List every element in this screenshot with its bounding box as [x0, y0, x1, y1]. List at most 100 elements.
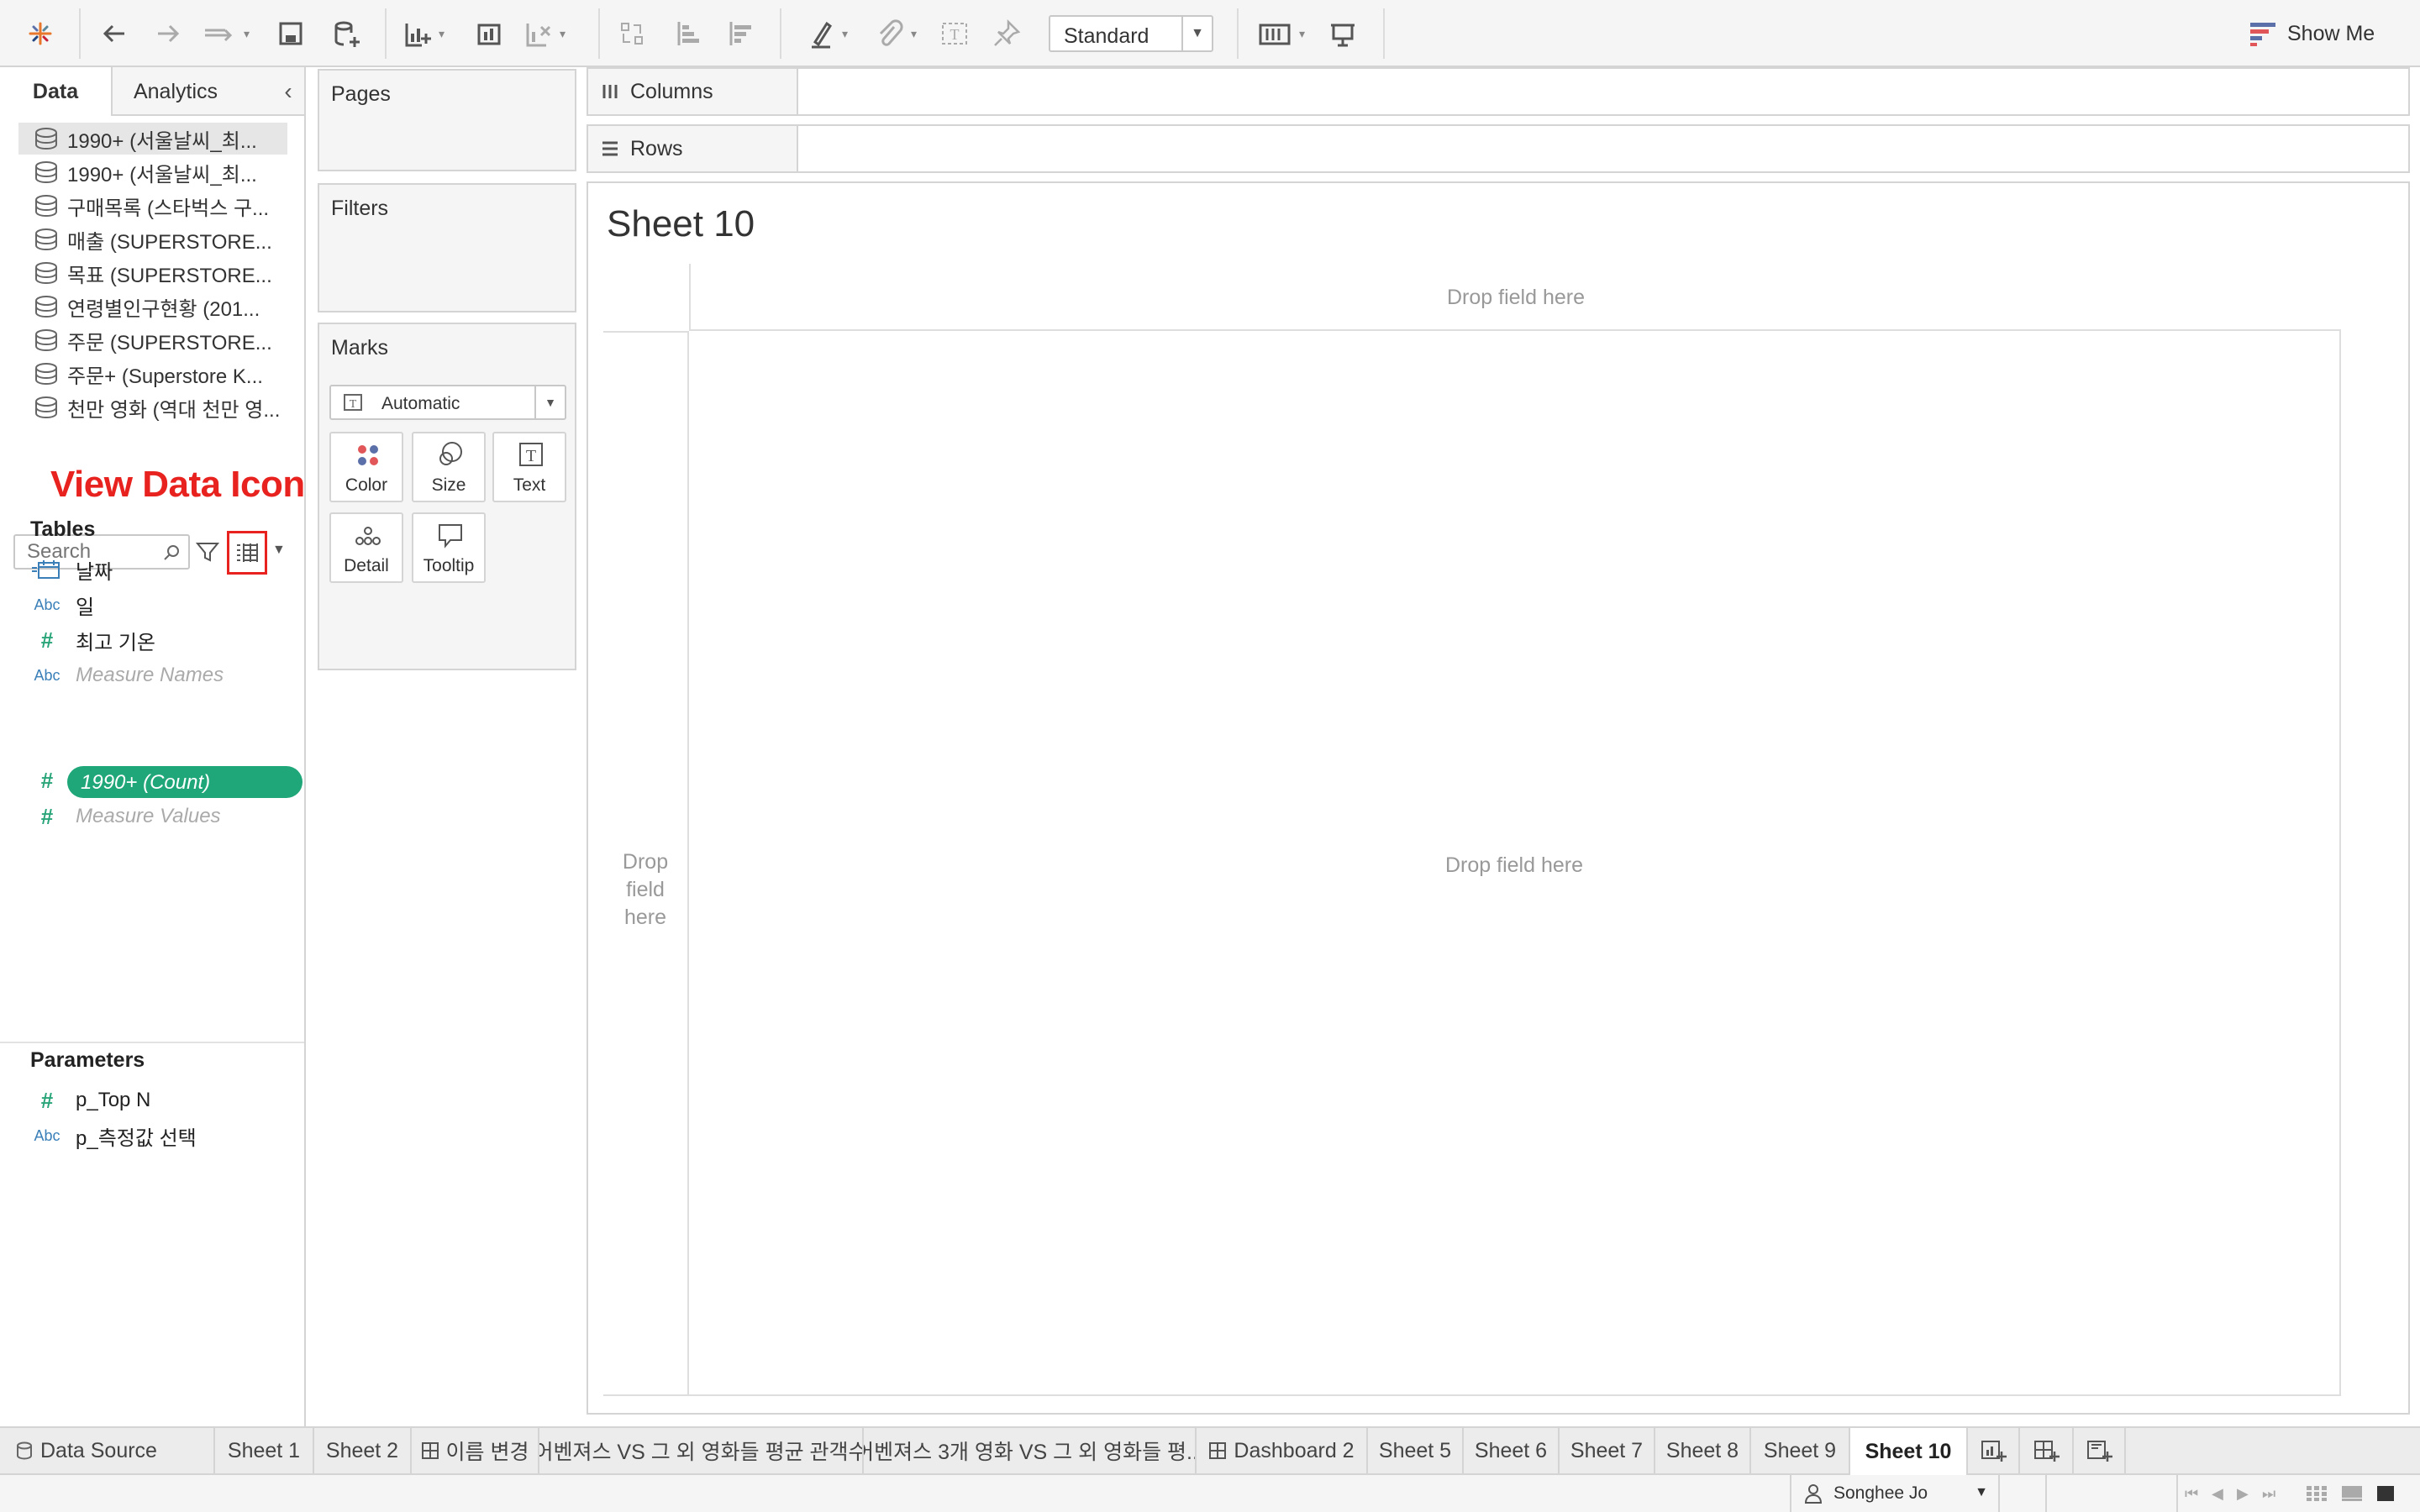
- size-button[interactable]: Size: [412, 432, 486, 502]
- field-item[interactable]: Abc 일: [30, 588, 94, 622]
- rows-shelf[interactable]: Rows: [587, 124, 2410, 173]
- user-menu[interactable]: Songhee Jo ▼: [1790, 1475, 2000, 1512]
- text-button[interactable]: T Text: [492, 432, 566, 502]
- data-source-label: 주문+ (Superstore K...: [67, 365, 263, 388]
- collapse-pane-icon[interactable]: ‹: [277, 78, 299, 104]
- sort-descending-icon[interactable]: [724, 17, 758, 50]
- tab-sheet[interactable]: Sheet 5: [1368, 1428, 1464, 1473]
- fit-dropdown[interactable]: Standard ▼: [1049, 15, 1213, 52]
- data-source-item[interactable]: 주문+ (Superstore K...: [18, 358, 287, 390]
- data-source-item[interactable]: 천만 영화 (역대 천만 영...: [18, 391, 287, 423]
- data-source-label: 천만 영화 (역대 천만 영...: [67, 398, 281, 422]
- tab-label: 어벤져스 VS 그 외 영화들 평균 관객수: [539, 1441, 864, 1464]
- previous-sheet-icon[interactable]: ◀: [2212, 1485, 2223, 1503]
- field-item[interactable]: Abc Measure Names: [30, 659, 224, 692]
- marks-card: Marks T Automatic ▼ Color Size T Text De…: [318, 323, 576, 670]
- next-sheet-icon[interactable]: ▶: [2237, 1485, 2249, 1503]
- filters-card[interactable]: Filters: [318, 183, 576, 312]
- rows-drop-zone[interactable]: Drop field here: [603, 331, 689, 1396]
- group-members-icon[interactable]: ▾: [872, 17, 917, 50]
- tab-sheet[interactable]: 어벤져스 3개 영화 VS 그 외 영화들 평...: [864, 1428, 1197, 1473]
- data-source-item[interactable]: 구매목록 (스타벅스 구...: [18, 190, 287, 222]
- swap-rows-columns-icon[interactable]: [615, 17, 649, 50]
- redo-icon[interactable]: [151, 17, 185, 50]
- data-source-item[interactable]: 목표 (SUPERSTORE...: [18, 257, 287, 289]
- data-source-item[interactable]: 1990+ (서울날씨_최...: [18, 123, 287, 155]
- highlight-icon[interactable]: ▾: [803, 17, 848, 50]
- view-drop-zone[interactable]: Drop field here: [689, 331, 2341, 1396]
- last-sheet-icon[interactable]: ⏭: [2262, 1485, 2275, 1503]
- field-item[interactable]: # Measure Values: [30, 800, 221, 833]
- new-worksheet-tab[interactable]: [1968, 1428, 2020, 1473]
- tab-dashboard[interactable]: 이름 변경: [412, 1428, 539, 1473]
- show-me-button[interactable]: Show Me: [2249, 17, 2375, 50]
- new-dashboard-tab[interactable]: [2020, 1428, 2074, 1473]
- columns-drop-zone[interactable]: Drop field here: [689, 264, 2341, 331]
- mark-type-icon: T: [344, 394, 362, 411]
- number-type-icon: #: [40, 1087, 54, 1113]
- pages-title: Pages: [331, 82, 391, 106]
- field-item[interactable]: # 최고 기온: [30, 623, 155, 657]
- annotation-label: View Data Icon: [50, 464, 305, 505]
- data-source-item[interactable]: 주문 (SUPERSTORE...: [18, 324, 287, 356]
- show-cards-icon[interactable]: ▾: [1257, 17, 1305, 50]
- tab-sheet[interactable]: Sheet 6: [1464, 1428, 1560, 1473]
- tooltip-button[interactable]: Tooltip: [412, 512, 486, 583]
- presentation-mode-icon[interactable]: [1326, 17, 1360, 50]
- tab-dashboard[interactable]: Dashboard 2: [1197, 1428, 1368, 1473]
- pages-card[interactable]: Pages: [318, 69, 576, 171]
- status-cell: [2047, 1475, 2178, 1512]
- data-source-label: 주문 (SUPERSTORE...: [67, 331, 272, 354]
- tab-sheet[interactable]: 어벤져스 VS 그 외 영화들 평균 관객수: [539, 1428, 864, 1473]
- new-worksheet-icon[interactable]: ▾: [400, 17, 445, 50]
- mark-type-dropdown[interactable]: T Automatic ▼: [329, 385, 566, 420]
- tab-sheet[interactable]: Sheet 2: [314, 1428, 412, 1473]
- field-item-selected[interactable]: 1990+ (Count): [67, 766, 302, 798]
- string-type-icon: Abc: [34, 596, 60, 613]
- parameter-item[interactable]: Abc p_측정값 선택: [30, 1119, 196, 1152]
- show-mark-labels-icon[interactable]: T: [938, 17, 971, 50]
- view-data-icon[interactable]: [227, 531, 267, 575]
- color-button[interactable]: Color: [329, 432, 403, 502]
- sort-ascending-icon[interactable]: [672, 17, 706, 50]
- data-source-item[interactable]: 연령별인구현황 (201...: [18, 291, 287, 323]
- tab-sheet-active[interactable]: Sheet 10: [1850, 1428, 1968, 1475]
- data-source-label: 구매목록 (스타벅스 구...: [67, 197, 270, 220]
- clear-sheet-icon[interactable]: ▾: [521, 17, 566, 50]
- pin-icon[interactable]: [990, 17, 1023, 50]
- drop-field-hint: Drop field here: [622, 850, 669, 929]
- chevron-down-icon[interactable]: ▼: [272, 543, 286, 558]
- first-sheet-icon[interactable]: ⏮: [2185, 1485, 2198, 1503]
- filter-icon[interactable]: [195, 539, 220, 564]
- field-item[interactable]: 날짜: [30, 553, 113, 586]
- new-data-source-icon[interactable]: [329, 17, 363, 50]
- new-story-tab[interactable]: [2074, 1428, 2126, 1473]
- save-icon[interactable]: [274, 17, 308, 50]
- redirect-icon[interactable]: ▾: [202, 17, 250, 50]
- tab-data-source[interactable]: Data Source: [0, 1428, 215, 1473]
- new-worksheet-icon: [1981, 1441, 2007, 1462]
- tab-sheet[interactable]: Sheet 7: [1560, 1428, 1655, 1473]
- data-source-label: 목표 (SUPERSTORE...: [67, 264, 272, 287]
- data-source-item[interactable]: 매출 (SUPERSTORE...: [18, 223, 287, 255]
- show-sheet-sorter-icon[interactable]: [2376, 1485, 2395, 1502]
- tableau-logo-icon[interactable]: [24, 17, 57, 50]
- tab-data[interactable]: Data: [0, 67, 113, 116]
- columns-shelf[interactable]: Columns: [587, 67, 2410, 116]
- show-tabs-icon[interactable]: [2341, 1485, 2363, 1502]
- parameters-title: Parameters: [30, 1048, 145, 1072]
- svg-text:T: T: [350, 398, 357, 411]
- number-type-icon: #: [40, 768, 54, 793]
- parameter-item[interactable]: # p_Top N: [30, 1084, 151, 1117]
- data-source-item[interactable]: 1990+ (서울날씨_최...: [18, 156, 287, 188]
- data-source-icon: [35, 363, 57, 386]
- detail-button[interactable]: Detail: [329, 512, 403, 583]
- tab-sheet[interactable]: Sheet 8: [1655, 1428, 1751, 1473]
- tab-sheet[interactable]: Sheet 1: [215, 1428, 314, 1473]
- show-filmstrip-icon[interactable]: [2306, 1485, 2328, 1502]
- undo-icon[interactable]: [97, 17, 131, 50]
- sheet-title[interactable]: Sheet 10: [607, 203, 755, 245]
- tab-analytics[interactable]: Analytics: [113, 67, 239, 116]
- tab-sheet[interactable]: Sheet 9: [1751, 1428, 1850, 1473]
- duplicate-sheet-icon[interactable]: [472, 17, 506, 50]
